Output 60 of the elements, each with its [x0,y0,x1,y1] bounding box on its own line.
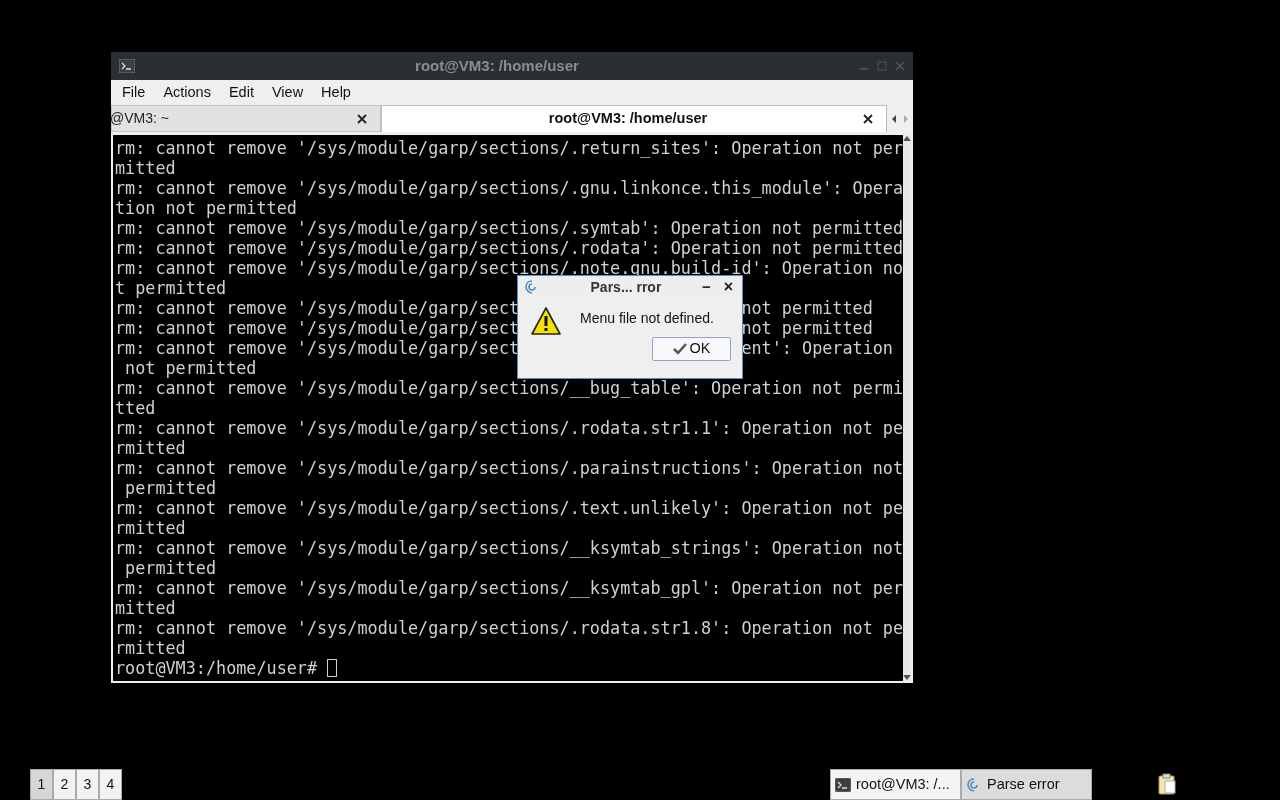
close-button[interactable]: × [720,275,736,299]
terminal-line: mitted [115,598,176,618]
close-icon[interactable] [862,113,874,125]
menu-item[interactable]: File [114,81,154,104]
terminal-line: rm: cannot remove '/sys/module/garp/sections/__bug_table': Operation not permi [115,378,904,398]
workspace-button[interactable]: 1 [30,769,53,800]
shell-prompt: root@VM3:/home/user# [115,658,319,678]
terminal-line: rm: cannot remove '/sys/module/garp/sect [115,338,520,358]
terminal-line: tion not permitted [115,198,297,218]
terminal-line: not permitted [124,358,257,378]
terminal-line: tted [115,398,156,418]
task-button[interactable]: root@VM3: /... [830,769,961,800]
terminal-line: rm: cannot remove '/sys/module/garp/sections/.parainstructions': Operation not [115,458,904,478]
menu-item[interactable]: Help [313,81,359,104]
terminal-line: rm: cannot remove '/sys/module/garp/sections/.rodata.str1.8': Operation not pe [115,618,904,638]
tab[interactable]: root@VM3: /home/user [381,105,887,132]
terminal-line: rm: cannot remove '/sys/module/garp/sections/.gnu.linkonce.this_module': Opera [115,178,904,198]
dialog-message: Menu file not defined. [580,309,714,328]
minimize-button[interactable]: − [691,275,721,299]
terminal-line: rm: cannot remove '/sys/module/garp/sect [115,318,520,338]
terminal-line: rm: cannot remove '/sys/module/garp/sections/.text.unlikely': Operation not pe [115,498,904,518]
terminal-line: permitted [124,478,217,498]
ok-button[interactable]: OK [652,337,731,361]
cursor [327,659,338,677]
terminal-line: rmitted [115,638,186,658]
terminal-line: not permitted [741,318,873,338]
terminal-line: rm: cannot remove '/sys/module/garp/sections/.return_sites': Operation not per [115,138,904,158]
terminal-icon [119,59,135,73]
clipboard-icon[interactable] [1157,773,1177,795]
tab[interactable]: @VM3: ~ [111,105,381,132]
workspace-button[interactable]: 3 [76,769,99,800]
task-button[interactable]: Parse error [961,769,1092,800]
terminal-line: ent': Operation [741,338,893,358]
scroll-down-icon[interactable] [903,675,912,681]
terminal-line: rm: cannot remove '/sys/module/garp/sections/.note.gnu.build-id': Operation no [115,258,904,278]
terminal-line: mitted [115,158,176,178]
terminal-line: rm: cannot remove '/sys/module/garp/sections/.rodata.str1.1': Operation not pe [115,418,904,438]
warning-icon [530,306,562,336]
menu-item[interactable]: Actions [155,81,219,104]
terminal-line: permitted [124,558,217,578]
terminal-line: rm: cannot remove '/sys/module/garp/sect [115,298,520,318]
dialog-title: Pars... rror [589,278,663,297]
check-icon [672,343,687,355]
close-icon[interactable] [356,112,368,125]
terminal-icon [835,777,851,792]
terminal-line: rm: cannot remove '/sys/module/garp/sections/.rodata': Operation not permitted [115,238,904,258]
scroll-up-icon[interactable] [903,135,912,141]
workspace-button[interactable]: 2 [53,769,76,800]
terminal-line: rmitted [115,438,186,458]
terminal-line: rmitted [115,518,186,538]
terminal-line: rm: cannot remove '/sys/module/garp/sections/__ksymtab_strings': Operation not [115,538,904,558]
workspace-button[interactable]: 4 [99,769,122,800]
menu-item[interactable]: View [263,81,312,104]
terminal-line: rm: cannot remove '/sys/module/garp/sections/__ksymtab_gpl': Operation not per [115,578,904,598]
terminal-line: t permitted [115,278,227,298]
scrollbar[interactable] [903,135,912,681]
terminal-line: rm: cannot remove '/sys/module/garp/sections/.symtab': Operation not permitted [115,218,904,238]
menu-item[interactable]: Edit [220,81,262,104]
terminal-line: not permitted [741,298,873,318]
window-title: root@VM3: /home/user [414,55,580,76]
